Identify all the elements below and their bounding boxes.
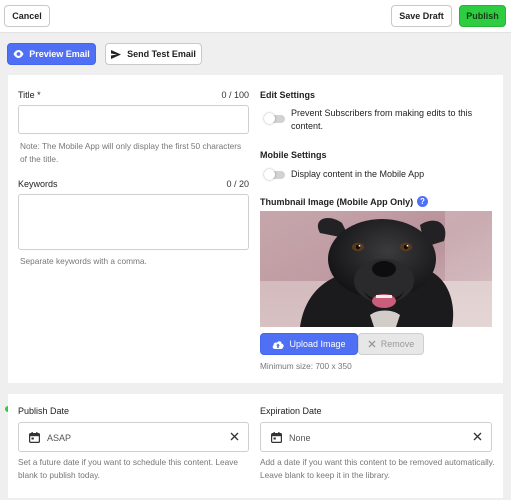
cancel-button-label: Cancel <box>12 11 42 21</box>
help-icon[interactable]: ? <box>417 196 429 207</box>
send-test-email-button[interactable]: Send Test Email <box>105 43 202 65</box>
keywords-label: Keywords <box>18 179 58 189</box>
mobile-settings-heading: Mobile Settings <box>260 150 327 160</box>
publish-date-label: Publish Date <box>18 406 70 416</box>
minimum-size-text: Minimum size: 700 x 350 <box>260 361 352 371</box>
expiration-date-label: Expiration Date <box>260 406 322 416</box>
publish-button[interactable]: Publish <box>459 5 506 27</box>
content-settings-panel: Title * 0 / 100 Note: The Mobile App wil… <box>8 75 503 383</box>
keywords-help-text: Separate keywords with a comma. <box>20 256 147 266</box>
send-icon <box>111 49 122 59</box>
clear-icon[interactable] <box>473 432 482 443</box>
cancel-button[interactable]: Cancel <box>4 5 50 27</box>
publish-date-input[interactable]: ASAP <box>18 422 249 452</box>
thumbnail-image <box>260 211 492 327</box>
title-counter: 0 / 100 <box>221 90 249 100</box>
keywords-counter: 0 / 20 <box>226 179 249 189</box>
clear-icon[interactable] <box>230 432 239 443</box>
upload-image-label: Upload Image <box>289 339 346 349</box>
remove-image-label: Remove <box>380 339 415 349</box>
save-draft-button-label: Save Draft <box>399 11 444 21</box>
preview-email-label: Preview Email <box>29 49 90 59</box>
title-input[interactable] <box>18 105 249 134</box>
title-help-text: Note: The Mobile App will only display t… <box>20 141 242 164</box>
upload-image-button[interactable]: Upload Image <box>260 333 358 355</box>
thumbnail-heading: Thumbnail Image (Mobile App Only) ? <box>260 196 429 207</box>
dates-panel: Publish Date ASAP Set a future date if y… <box>8 394 503 498</box>
display-in-mobile-toggle[interactable] <box>264 169 285 180</box>
publish-date-help-text: Set a future date if you want to schedul… <box>18 457 239 480</box>
svg-text:?: ? <box>420 197 425 206</box>
eye-icon <box>13 50 24 58</box>
thumbnail-heading-text: Thumbnail Image (Mobile App Only) <box>260 196 414 207</box>
cloud-upload-icon <box>272 340 285 349</box>
prevent-edits-label: Prevent Subscribers from making edits to… <box>291 108 473 131</box>
save-draft-button[interactable]: Save Draft <box>391 5 452 27</box>
expiration-date-help-text: Add a date if you want this content to b… <box>260 457 495 480</box>
expiration-date-value: None <box>289 433 311 443</box>
close-icon <box>368 340 376 348</box>
display-in-mobile-label: Display content in the Mobile App <box>291 169 425 179</box>
remove-image-button[interactable]: Remove <box>358 333 424 355</box>
prevent-edits-toggle[interactable] <box>264 113 285 124</box>
top-toolbar: Cancel Save Draft Publish <box>0 0 511 33</box>
title-label: Title * <box>18 90 41 100</box>
send-test-email-label: Send Test Email <box>127 49 196 59</box>
publish-date-value: ASAP <box>47 433 72 443</box>
keywords-textarea[interactable] <box>18 194 249 250</box>
publish-button-label: Publish <box>466 11 499 21</box>
expiration-date-input[interactable]: None <box>260 422 492 452</box>
preview-email-button[interactable]: Preview Email <box>7 43 96 65</box>
edit-settings-heading: Edit Settings <box>260 90 316 100</box>
calendar-icon <box>271 432 283 445</box>
toggle-knob <box>264 113 275 124</box>
toggle-knob <box>264 169 275 180</box>
calendar-icon <box>29 432 41 445</box>
